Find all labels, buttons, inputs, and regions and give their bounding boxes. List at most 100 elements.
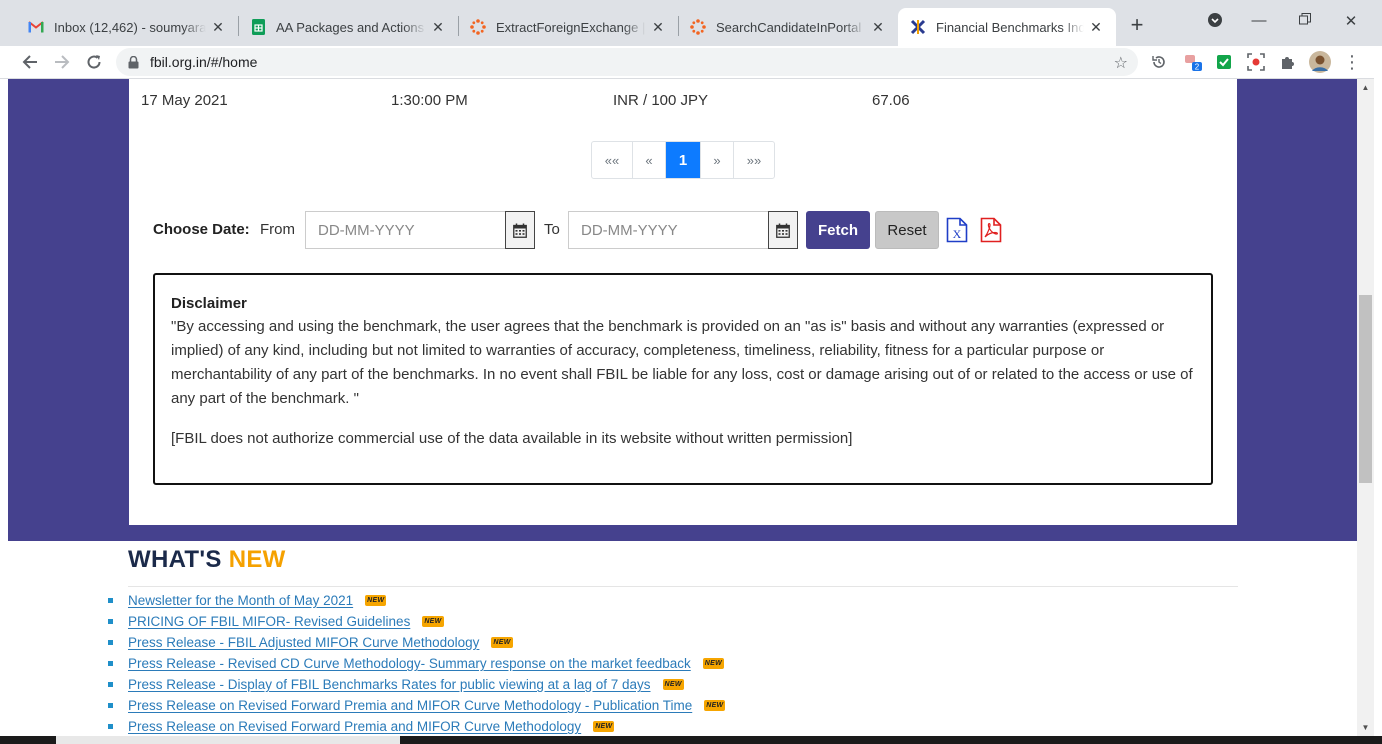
to-date-field: DD-MM-YYYY	[568, 211, 798, 249]
whats-new-list: Newsletter for the Month of May 2021 NEW …	[108, 590, 1228, 736]
close-icon[interactable]: ✕	[870, 19, 886, 35]
avatar[interactable]	[1309, 51, 1331, 73]
from-label: From	[260, 221, 295, 238]
tab-search-candidate[interactable]: SearchCandidateInPortal | Edi ✕	[678, 8, 898, 46]
excel-export-icon[interactable]: X	[946, 217, 968, 243]
tab-label: AA Packages and Actions - Go	[276, 19, 426, 35]
tab-label: Inbox (12,462) - soumyaranjan	[54, 19, 206, 35]
translate-extension-icon[interactable]: 2	[1182, 51, 1204, 73]
to-date-input[interactable]: DD-MM-YYYY	[569, 222, 768, 239]
news-link[interactable]: Press Release - FBIL Adjusted MIFOR Curv…	[128, 635, 479, 650]
bookmark-star-icon[interactable]: ☆	[1114, 53, 1128, 73]
new-badge: NEW	[365, 595, 387, 606]
new-tab-plus-icon[interactable]: +	[1126, 14, 1148, 36]
browser-toolbar: fbil.org.in/#/home ☆ 2 ⋮	[0, 46, 1382, 79]
taskbar	[0, 736, 1382, 744]
disclaimer-body: "By accessing and using the benchmark, t…	[171, 318, 1193, 407]
restore-icon[interactable]	[1294, 12, 1316, 34]
choose-date-label: Choose Date:	[153, 221, 250, 238]
content-band: 17 May 2021 1:30:00 PM INR / 100 JPY 67.…	[8, 79, 1357, 541]
pagination-current-page[interactable]: 1	[666, 142, 701, 178]
close-icon[interactable]: ✕	[650, 19, 666, 35]
list-item: Press Release on Revised Forward Premia …	[108, 716, 1228, 736]
news-link[interactable]: Press Release - Display of FBIL Benchmar…	[128, 677, 651, 692]
pagination-first[interactable]: ««	[592, 142, 633, 178]
bullet-icon	[108, 619, 113, 624]
to-label: To	[544, 221, 560, 238]
pdf-export-icon[interactable]	[980, 217, 1002, 243]
from-date-field: DD-MM-YYYY	[305, 211, 535, 249]
news-link[interactable]: Press Release on Revised Forward Premia …	[128, 698, 692, 713]
reset-button[interactable]: Reset	[875, 211, 939, 249]
fbil-icon	[910, 19, 926, 35]
list-item: Press Release on Revised Forward Premia …	[108, 695, 1228, 716]
lock-icon[interactable]	[128, 55, 142, 69]
close-icon[interactable]: ✕	[1088, 19, 1104, 35]
new-badge: NEW	[702, 658, 724, 669]
tab-search-icon[interactable]	[1204, 12, 1226, 34]
calendar-icon[interactable]	[768, 211, 798, 249]
rates-card: 17 May 2021 1:30:00 PM INR / 100 JPY 67.…	[129, 79, 1237, 525]
new-badge: NEW	[422, 616, 444, 627]
bullet-icon	[108, 661, 113, 666]
list-item: Press Release - FBIL Adjusted MIFOR Curv…	[108, 632, 1228, 653]
vertical-scrollbar[interactable]: ▲ ▼	[1357, 79, 1374, 736]
pagination-next[interactable]: »	[701, 142, 734, 178]
calendar-icon[interactable]	[505, 211, 535, 249]
taskbar-search[interactable]	[56, 736, 400, 744]
gmail-icon	[28, 19, 44, 35]
close-icon[interactable]: ✕	[430, 19, 446, 35]
divider	[128, 586, 1238, 587]
scrollbar-thumb[interactable]	[1359, 295, 1372, 483]
forward-arrow-icon[interactable]	[50, 50, 74, 74]
bullet-icon	[108, 724, 113, 729]
rate-currency-pair: INR / 100 JPY	[613, 92, 709, 109]
from-date-input[interactable]: DD-MM-YYYY	[306, 222, 505, 239]
window-right-edge	[1374, 46, 1382, 744]
pagination-last[interactable]: »»	[734, 142, 774, 178]
date-filter-bar: Choose Date: From DD-MM-YYYY To DD-MM-YY…	[129, 211, 1237, 249]
close-window-icon[interactable]: ✕	[1340, 12, 1362, 34]
new-badge: NEW	[662, 679, 684, 690]
history-icon[interactable]	[1148, 51, 1170, 73]
list-item: Press Release - Revised CD Curve Methodo…	[108, 653, 1228, 674]
new-badge: NEW	[704, 700, 726, 711]
shield-check-extension-icon[interactable]	[1213, 51, 1235, 73]
new-badge: NEW	[593, 721, 615, 732]
scroll-up-arrow-icon[interactable]: ▲	[1357, 79, 1374, 96]
news-link[interactable]: Press Release - Revised CD Curve Methodo…	[128, 656, 691, 671]
tab-fbil[interactable]: Financial Benchmarks India Pv ✕	[898, 8, 1116, 46]
back-arrow-icon[interactable]	[18, 50, 42, 74]
disclaimer-note: [FBIL does not authorize commercial use …	[171, 430, 853, 447]
fetch-button[interactable]: Fetch	[806, 211, 870, 249]
page-viewport: 17 May 2021 1:30:00 PM INR / 100 JPY 67.…	[8, 79, 1357, 736]
screen-capture-icon[interactable]	[1245, 51, 1267, 73]
pagination: «« « 1 » »»	[591, 141, 775, 179]
tab-gmail[interactable]: Inbox (12,462) - soumyaranjan ✕	[16, 8, 238, 46]
tab-label: SearchCandidateInPortal | Edi	[716, 19, 866, 35]
list-item: Newsletter for the Month of May 2021 NEW	[108, 590, 1228, 611]
bullet-icon	[108, 703, 113, 708]
extensions-puzzle-icon[interactable]	[1277, 51, 1299, 73]
bullet-icon	[108, 640, 113, 645]
address-bar[interactable]: fbil.org.in/#/home ☆	[116, 48, 1138, 76]
scroll-down-arrow-icon[interactable]: ▼	[1357, 719, 1374, 736]
new-badge: NEW	[491, 637, 513, 648]
tab-sheets[interactable]: AA Packages and Actions - Go ✕	[238, 8, 458, 46]
tab-extract-foreign-exchange[interactable]: ExtractForeignExchange | Edit ✕	[458, 8, 678, 46]
whats-new-heading: WHAT'S NEW	[128, 546, 286, 574]
url-text: fbil.org.in/#/home	[150, 54, 258, 70]
reload-icon[interactable]	[82, 50, 106, 74]
bullet-icon	[108, 682, 113, 687]
rate-date: 17 May 2021	[141, 92, 228, 109]
list-item: PRICING OF FBIL MIFOR- Revised Guideline…	[108, 611, 1228, 632]
news-link[interactable]: PRICING OF FBIL MIFOR- Revised Guideline…	[128, 614, 410, 629]
close-icon[interactable]: ✕	[210, 19, 226, 35]
dots-icon	[690, 19, 706, 35]
news-link[interactable]: Newsletter for the Month of May 2021	[128, 593, 353, 608]
news-link[interactable]: Press Release on Revised Forward Premia …	[128, 719, 581, 734]
more-vert-icon[interactable]: ⋮	[1341, 51, 1363, 73]
pagination-prev[interactable]: «	[633, 142, 666, 178]
minimize-icon[interactable]: —	[1248, 12, 1270, 34]
excel-icon-letter: X	[953, 227, 962, 241]
